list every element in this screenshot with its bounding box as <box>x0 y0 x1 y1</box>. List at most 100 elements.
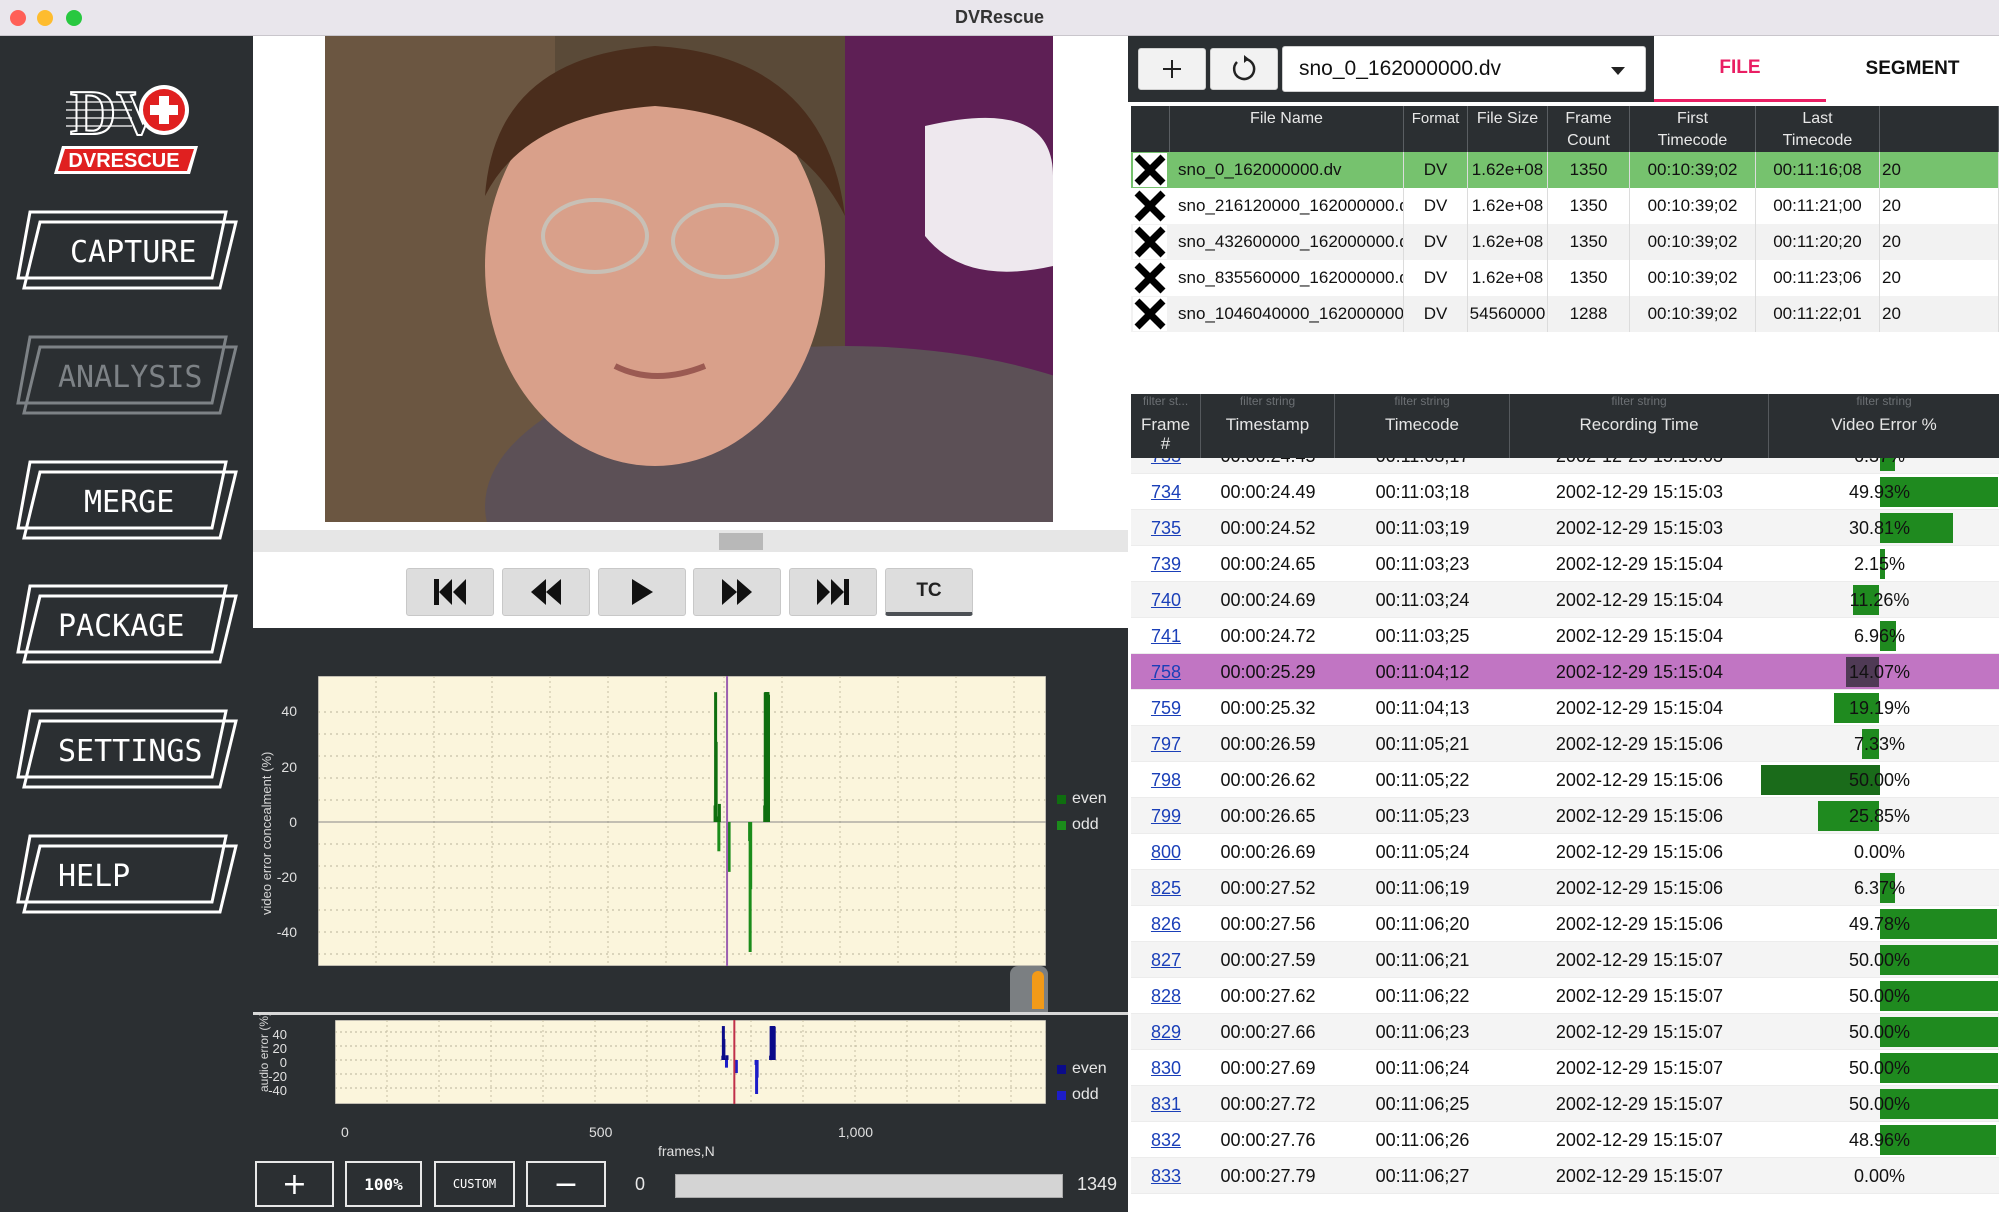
remove-file-button[interactable] <box>1131 152 1170 188</box>
frame-number-link[interactable]: 799 <box>1131 798 1201 834</box>
file-table-header-name[interactable]: File Name <box>1170 106 1404 152</box>
scrubber-handle[interactable] <box>719 533 763 550</box>
play-button[interactable] <box>598 568 686 616</box>
playback-scrubber[interactable] <box>253 530 1128 552</box>
frame-row[interactable]: 831 00:00:27.72 00:11:06;25 2002-12-29 15:1… <box>1131 1086 1999 1122</box>
frame-number-link[interactable]: 758 <box>1131 654 1201 690</box>
audio-error-chart[interactable] <box>334 1019 1047 1109</box>
frame-table-header-frame[interactable]: filter st... Frame # <box>1131 394 1201 458</box>
frame-number-link[interactable]: 825 <box>1131 870 1201 906</box>
frame-row[interactable]: 799 00:00:26.65 00:11:05;23 2002-12-29 15:1… <box>1131 798 1999 834</box>
frame-number-link[interactable]: 828 <box>1131 978 1201 1014</box>
timecode-toggle-button[interactable]: TC <box>885 568 973 616</box>
frame-row[interactable]: 758 00:00:25.29 00:11:04;12 2002-12-29 15:1… <box>1131 654 1999 690</box>
file-row[interactable]: sno_835560000_162000000.dv DV 1.62e+08 1350… <box>1131 260 1999 296</box>
file-row[interactable]: sno_216120000_162000000.dv DV 1.62e+08 1350… <box>1131 188 1999 224</box>
frame-row[interactable]: 797 00:00:26.59 00:11:05;21 2002-12-29 15:1… <box>1131 726 1999 762</box>
nav-analysis-button[interactable]: ANALYSIS <box>16 327 238 427</box>
file-selector-dropdown[interactable]: sno_0_162000000.dv <box>1282 46 1646 92</box>
zoom-in-button[interactable]: + <box>255 1161 334 1207</box>
header-line: Timecode <box>1657 132 1728 149</box>
remove-file-button[interactable] <box>1131 260 1170 296</box>
frame-row[interactable]: 800 00:00:26.69 00:11:05;24 2002-12-29 15:1… <box>1131 834 1999 870</box>
frame-row[interactable]: 830 00:00:27.69 00:11:06;24 2002-12-29 15:1… <box>1131 1050 1999 1086</box>
zoom-out-button[interactable]: − <box>526 1161 606 1207</box>
frame-number-link[interactable]: 740 <box>1131 582 1201 618</box>
timestamp-filter-placeholder[interactable]: filter string <box>1201 394 1334 408</box>
frame-row[interactable]: 739 00:00:24.65 00:11:03;23 2002-12-29 15:1… <box>1131 546 1999 582</box>
frame-number-link[interactable]: 800 <box>1131 834 1201 870</box>
file-row[interactable]: sno_1046040000_162000000.dv DV 54560000 128… <box>1131 296 1999 332</box>
frame-row[interactable]: 826 00:00:27.56 00:11:06;20 2002-12-29 15:1… <box>1131 906 1999 942</box>
nav-merge-button[interactable]: MERGE <box>16 452 238 552</box>
frame-number-link[interactable]: 759 <box>1131 690 1201 726</box>
timecode-filter-placeholder[interactable]: filter string <box>1335 394 1509 408</box>
frame-number-link[interactable]: 827 <box>1131 942 1201 978</box>
frame-number-link[interactable]: 741 <box>1131 618 1201 654</box>
x-tick: 0 <box>341 1124 349 1140</box>
frame-number-link[interactable]: 798 <box>1131 762 1201 798</box>
frame-row[interactable]: 825 00:00:27.52 00:11:06;19 2002-12-29 15:1… <box>1131 870 1999 906</box>
frame-row[interactable]: 759 00:00:25.32 00:11:04;13 2002-12-29 15:1… <box>1131 690 1999 726</box>
frame-row[interactable]: 827 00:00:27.59 00:11:06;21 2002-12-29 15:1… <box>1131 942 1999 978</box>
fast-forward-button[interactable] <box>693 568 781 616</box>
frame-number-link[interactable]: 735 <box>1131 510 1201 546</box>
skip-to-start-button[interactable] <box>406 568 494 616</box>
remove-file-button[interactable] <box>1131 188 1170 224</box>
frame-number-link[interactable]: 833 <box>1131 1158 1201 1194</box>
frame-table-header-recording-time[interactable]: filter string Recording Time <box>1510 394 1769 458</box>
nav-settings-button[interactable]: SETTINGS <box>16 701 238 801</box>
frame-number-link[interactable]: 831 <box>1131 1086 1201 1122</box>
frame-table-header-video-error[interactable]: filter string Video Error % <box>1769 394 1999 458</box>
frame-row[interactable]: 734 00:00:24.49 00:11:03;18 2002-12-29 15:1… <box>1131 474 1999 510</box>
frame-filter-placeholder[interactable]: filter st... <box>1131 394 1200 408</box>
file-table-header-last-timecode[interactable]: Last Timecode <box>1756 106 1880 152</box>
add-file-button[interactable] <box>1138 48 1206 90</box>
file-table-header-format[interactable]: Format <box>1404 106 1468 152</box>
video-error-chart[interactable] <box>317 675 1047 971</box>
frame-row[interactable]: 740 00:00:24.69 00:11:03;24 2002-12-29 15:1… <box>1131 582 1999 618</box>
frame-row[interactable]: 735 00:00:24.52 00:11:03;19 2002-12-29 15:1… <box>1131 510 1999 546</box>
frame-row[interactable]: 828 00:00:27.62 00:11:06;22 2002-12-29 15:1… <box>1131 978 1999 1014</box>
zoom-100-button[interactable]: 100% <box>345 1161 422 1207</box>
frame-row[interactable]: 829 00:00:27.66 00:11:06;23 2002-12-29 15:1… <box>1131 1014 1999 1050</box>
nav-capture-button[interactable]: CAPTURE <box>16 202 238 302</box>
frame-row[interactable]: 741 00:00:24.72 00:11:03;25 2002-12-29 15:1… <box>1131 618 1999 654</box>
frame-number-link[interactable]: 797 <box>1131 726 1201 762</box>
range-slider[interactable] <box>675 1174 1063 1198</box>
video-error-filter-placeholder[interactable]: filter string <box>1769 394 1999 408</box>
file-table-header-frames[interactable]: Frame Count <box>1548 106 1630 152</box>
skip-to-end-button[interactable] <box>789 568 877 616</box>
rewind-button[interactable] <box>502 568 590 616</box>
frame-number-link[interactable]: 832 <box>1131 1122 1201 1158</box>
frame-row[interactable]: 832 00:00:27.76 00:11:06;26 2002-12-29 15:1… <box>1131 1122 1999 1158</box>
legend-label: even <box>1072 790 1107 807</box>
nav-help-button[interactable]: HELP <box>16 826 238 926</box>
frame-row[interactable]: 73300:00:24.4500:11:03;172002-12-29 15:1… <box>1131 458 1999 474</box>
file-table-header-remove <box>1131 106 1170 152</box>
tab-file[interactable]: FILE <box>1654 36 1826 102</box>
frame-number-link[interactable]: 734 <box>1131 474 1201 510</box>
frame-table-header-timestamp[interactable]: filter string Timestamp <box>1201 394 1335 458</box>
file-row[interactable]: sno_0_162000000.dv DV 1.62e+08 1350 00:10:39… <box>1131 152 1999 188</box>
frame-row[interactable]: 833 00:00:27.79 00:11:06;27 2002-12-29 15:1… <box>1131 1158 1999 1194</box>
graph-zoom-handle[interactable] <box>1010 966 1048 1012</box>
zoom-custom-button[interactable]: CUSTOM <box>434 1161 515 1207</box>
nav-package-button[interactable]: PACKAGE <box>16 576 238 676</box>
remove-file-button[interactable] <box>1131 296 1170 332</box>
file-table-header-size[interactable]: File Size <box>1468 106 1548 152</box>
frame-row[interactable]: 798 00:00:26.62 00:11:05;22 2002-12-29 15:1… <box>1131 762 1999 798</box>
frame-table-header-timecode[interactable]: filter string Timecode <box>1335 394 1510 458</box>
frame-number-link[interactable]: 733 <box>1131 458 1201 474</box>
frame-number-link[interactable]: 826 <box>1131 906 1201 942</box>
tab-segment[interactable]: SEGMENT <box>1826 36 1999 102</box>
file-table-header-first-timecode[interactable]: First Timecode <box>1630 106 1756 152</box>
file-row[interactable]: sno_432600000_162000000.dv DV 1.62e+08 1350… <box>1131 224 1999 260</box>
remove-file-button[interactable] <box>1131 224 1170 260</box>
refresh-button[interactable] <box>1210 48 1278 90</box>
frame-number-link[interactable]: 739 <box>1131 546 1201 582</box>
frame-number-link[interactable]: 829 <box>1131 1014 1201 1050</box>
video-error-cell: 2.15% <box>1853 553 1906 574</box>
recording-filter-placeholder[interactable]: filter string <box>1510 394 1768 408</box>
frame-number-link[interactable]: 830 <box>1131 1050 1201 1086</box>
